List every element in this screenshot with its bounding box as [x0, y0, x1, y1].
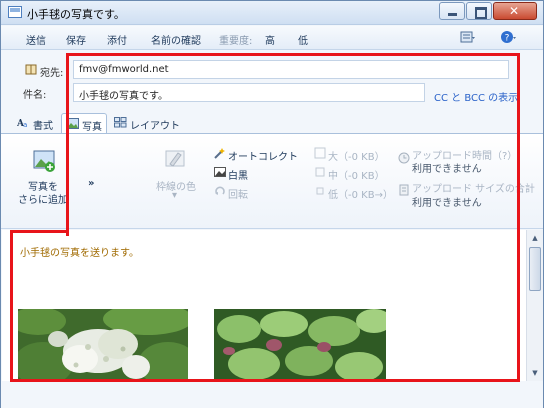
bottom-frame — [1, 381, 543, 408]
mail-window: 小手毬の写真です。 送信 保存 添付 名前の確認 重要度: 高 低 ? 宛先: … — [0, 0, 544, 408]
help-icon[interactable]: ? — [500, 30, 516, 44]
tab-format-label: 書式 — [33, 121, 53, 132]
to-label: 宛先: — [40, 68, 64, 79]
body-scrollbar[interactable]: ▲ ▼ — [526, 230, 543, 381]
address-book-icon[interactable] — [25, 64, 37, 75]
importance-low-button[interactable]: 低 — [298, 32, 308, 47]
highlight-frame-upper — [66, 53, 520, 236]
importance-high-button[interactable]: 高 — [265, 32, 275, 47]
highlight-frame-step — [10, 230, 69, 233]
format-icon: A a — [17, 119, 27, 128]
toolbar: 送信 保存 添付 名前の確認 重要度: 高 低 ? — [1, 26, 543, 50]
send-button[interactable]: 送信 — [26, 32, 46, 47]
svg-text:a: a — [23, 121, 27, 128]
window-controls — [438, 2, 537, 20]
subject-label: 件名: — [23, 90, 47, 101]
window-title: 小手毬の写真です。 — [27, 8, 125, 21]
attach-button[interactable]: 添付 — [107, 32, 127, 47]
title-bar: 小手毬の写真です。 — [1, 1, 543, 25]
maximize-button[interactable] — [466, 2, 492, 20]
tab-format[interactable]: A a 書式 — [13, 113, 57, 133]
add-photos-icon[interactable] — [31, 148, 57, 172]
contacts-icon[interactable] — [460, 30, 476, 44]
svg-text:?: ? — [505, 34, 510, 44]
scroll-thumb[interactable] — [529, 247, 541, 291]
save-button[interactable]: 保存 — [66, 32, 86, 47]
scroll-down-icon[interactable]: ▼ — [527, 366, 543, 380]
minimize-button[interactable] — [439, 2, 465, 20]
close-button[interactable] — [493, 2, 537, 20]
mail-app-icon — [8, 6, 22, 18]
scroll-up-icon[interactable]: ▲ — [527, 231, 543, 245]
importance-label: 重要度: — [219, 36, 253, 47]
add-photos-line2[interactable]: さらに追加 — [18, 191, 68, 206]
highlight-frame-lower — [10, 230, 520, 382]
check-names-button[interactable]: 名前の確認 — [151, 32, 201, 47]
